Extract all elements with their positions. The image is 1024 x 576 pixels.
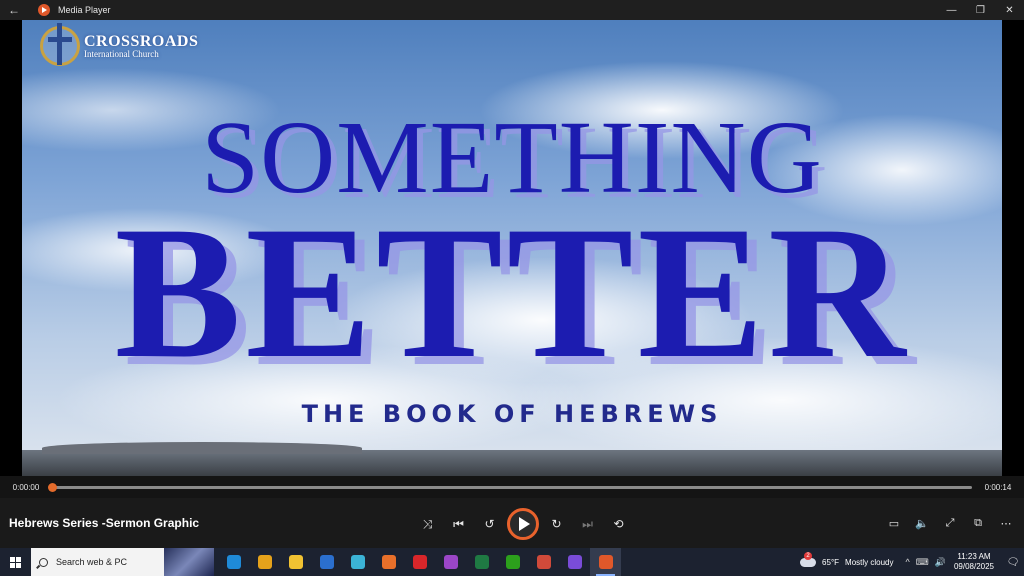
more-options-button[interactable]: ⋯ <box>992 508 1020 538</box>
file-explorer-icon <box>288 555 303 569</box>
current-time: 0:00:00 <box>12 482 40 492</box>
tagline: THE BOOK OF HEBREWS <box>301 400 723 428</box>
video-landscape <box>22 442 1002 476</box>
church-logo: CROSSROADS International Church <box>40 23 199 66</box>
speaker-icon[interactable]: 🔊 <box>935 557 946 568</box>
outlook-icon <box>319 555 334 569</box>
clock[interactable]: 11:23 AM 09/08/2025 <box>954 552 994 572</box>
logo-name: CROSSROADS <box>84 32 199 50</box>
weather-temp: 65°F <box>822 557 840 567</box>
fullscreen-button[interactable]: ⤢ <box>936 508 964 538</box>
rewind-10-button[interactable]: ↺ <box>474 509 505 539</box>
acrobat-icon <box>412 555 427 569</box>
previous-button[interactable]: ⏮ <box>443 509 474 539</box>
taskbar-app-app-purple[interactable] <box>435 548 466 576</box>
secondary-controls: ▭ 🔈 ⤢ ⧉ ⋯ <box>880 508 1020 538</box>
forward-30-button[interactable]: ↻ <box>541 509 572 539</box>
clock-time: 11:23 AM <box>957 552 991 561</box>
window-controls: — ❐ ✕ <box>937 0 1024 20</box>
search-icon <box>39 557 48 567</box>
miniplayer-button[interactable]: ⧉ <box>964 508 992 538</box>
headline-better: BETTER <box>114 188 910 398</box>
progress-track[interactable] <box>48 482 972 492</box>
taskbar-app-outlook[interactable] <box>311 548 342 576</box>
weather-badge: 2 <box>804 551 813 560</box>
office-icon <box>381 555 396 569</box>
taskbar-app-file-explorer[interactable] <box>280 548 311 576</box>
taskbar: Search web & PC 2 65°F Mostly cloudy ^ ⌨… <box>0 548 1024 576</box>
excel-icon <box>474 555 489 569</box>
maximize-button[interactable]: ❐ <box>966 0 995 20</box>
media-title: Hebrews Series -Sermon Graphic <box>9 516 200 530</box>
total-time: 0:00:14 <box>984 482 1012 492</box>
playback-controls: Hebrews Series -Sermon Graphic ⤨ ⏮ ↺ ↻ ⏭… <box>0 498 1024 548</box>
play-button[interactable] <box>507 508 539 540</box>
seek-bar: 0:00:00 0:00:14 <box>0 476 1024 498</box>
taskbar-app-quickbooks[interactable] <box>497 548 528 576</box>
taskbar-app-excel[interactable] <box>466 548 497 576</box>
window-title: Media Player <box>58 5 111 15</box>
close-button[interactable]: ✕ <box>995 0 1024 20</box>
network-icon[interactable]: ⌨ <box>916 557 929 568</box>
progress-thumb[interactable] <box>48 482 57 492</box>
clock-date: 09/08/2025 <box>953 562 994 571</box>
taskbar-app-edge[interactable] <box>218 548 249 576</box>
logo-subtitle: International Church <box>84 48 159 59</box>
next-button[interactable]: ⏭ <box>572 509 603 539</box>
volume-button[interactable]: 🔈 <box>908 508 936 538</box>
chrome-profile-icon <box>536 555 551 569</box>
taskbar-search[interactable]: Search web & PC <box>31 548 164 576</box>
taskbar-app-chrome-profile[interactable] <box>528 548 559 576</box>
chrome-icon <box>257 555 272 569</box>
search-highlight-image[interactable] <box>164 548 214 576</box>
transport-controls: ⤨ ⏮ ↺ ↻ ⏭ ⟲ <box>412 508 634 540</box>
search-placeholder: Search web & PC <box>56 557 128 567</box>
pinned-apps <box>218 548 621 576</box>
back-arrow-icon[interactable]: ← <box>0 0 28 20</box>
repeat-button[interactable]: ⟲ <box>603 509 634 539</box>
app-purple-icon <box>443 555 458 569</box>
cross-logo-icon <box>40 23 80 66</box>
taskbar-app-office[interactable] <box>373 548 404 576</box>
tray-icons: ^ ⌨ 🔊 <box>906 557 946 568</box>
notifications-icon[interactable]: 🗨 <box>1002 548 1024 576</box>
show-hidden-icons-icon[interactable]: ^ <box>906 557 910 568</box>
notes-icon <box>350 555 365 569</box>
media-player-icon <box>598 555 613 569</box>
video-frame[interactable]: CROSSROADS International Church SOMETHIN… <box>22 20 1002 476</box>
title-bar: ← Media Player — ❐ ✕ <box>0 0 1024 20</box>
taskbar-app-media-player[interactable] <box>590 548 621 576</box>
media-player-app-icon <box>38 4 50 16</box>
taskbar-app-acrobat[interactable] <box>404 548 435 576</box>
cloud-icon: 2 <box>800 551 817 567</box>
clipchamp-icon <box>567 555 582 569</box>
system-tray: 2 65°F Mostly cloudy ^ ⌨ 🔊 11:23 AM 09/0… <box>800 548 1024 576</box>
quickbooks-icon <box>505 555 520 569</box>
taskbar-app-chrome[interactable] <box>249 548 280 576</box>
minimize-button[interactable]: — <box>937 0 966 20</box>
shuffle-button[interactable]: ⤨ <box>412 509 443 539</box>
start-button[interactable] <box>0 548 31 576</box>
taskbar-app-clipchamp[interactable] <box>559 548 590 576</box>
captions-button[interactable]: ▭ <box>880 508 908 538</box>
weather-condition: Mostly cloudy <box>845 557 894 567</box>
windows-logo-icon <box>10 556 21 568</box>
weather-widget[interactable]: 2 65°F Mostly cloudy <box>800 551 894 567</box>
edge-icon <box>226 555 241 569</box>
taskbar-app-notes[interactable] <box>342 548 373 576</box>
